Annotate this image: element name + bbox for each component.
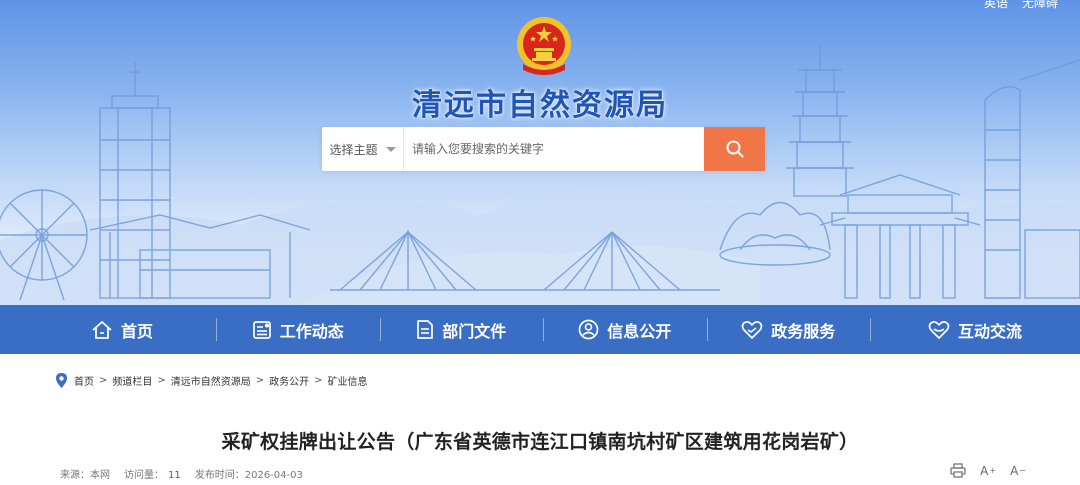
search-input[interactable] (404, 127, 704, 171)
breadcrumb-separator: > (314, 374, 323, 386)
nav-label-work-news: 工作动态 (279, 321, 344, 341)
nav-label-department-documents: 部门文件 (442, 321, 507, 341)
chevron-down-icon (385, 146, 396, 152)
breadcrumb-separator: > (99, 374, 108, 386)
interaction-heart-icon (928, 320, 950, 339)
top-link-accessibility[interactable]: 无障碍 (1022, 0, 1058, 11)
nav-label-interactive-exchange: 互动交流 (957, 321, 1022, 341)
increase-font-button[interactable]: A + (980, 464, 996, 478)
header-banner: 英语 无障碍 清远市自然资源局 选择主题 (0, 0, 1080, 305)
article-tools: A + A − (950, 463, 1026, 478)
national-emblem-icon (517, 17, 571, 75)
article-publish-date: 发布时间：2026-04-03 (194, 469, 303, 481)
nav-item-information-disclosure[interactable]: 信息公开 (543, 305, 707, 354)
breadcrumb-mining-info[interactable]: 矿业信息 (328, 373, 368, 388)
print-button[interactable] (950, 463, 966, 478)
breadcrumb-home[interactable]: 首页 (74, 373, 94, 388)
document-icon (417, 320, 434, 339)
breadcrumb-channel[interactable]: 频道栏目 (112, 373, 152, 388)
location-pin-icon (56, 372, 67, 388)
article-source: 来源：本网 (60, 469, 110, 481)
search-button[interactable] (704, 127, 765, 171)
nav-item-interactive-exchange[interactable]: 互动交流 (870, 305, 1080, 354)
nav-item-work-news[interactable]: 工作动态 (216, 305, 380, 354)
search-topic-label: 选择主题 (329, 142, 378, 157)
nav-item-government-services[interactable]: 政务服务 (706, 305, 871, 354)
nav-item-department-documents[interactable]: 部门文件 (379, 305, 544, 354)
top-utility-links: 英语 无障碍 (984, 0, 1058, 11)
main-nav: 首页 工作动态 部门文件 信息公开 政务服务 互动交流 (0, 305, 1080, 354)
nav-label-information-disclosure: 信息公开 (607, 321, 672, 341)
nav-item-home[interactable]: 首页 (0, 305, 216, 354)
views-count: 11 (168, 469, 181, 481)
breadcrumb-separator: > (255, 374, 265, 386)
decrease-font-label: A (1010, 463, 1019, 478)
increase-font-label: A (980, 463, 989, 478)
views-label: 访问量： (124, 469, 164, 481)
breadcrumb-separator: > (157, 374, 166, 386)
news-icon (252, 320, 271, 339)
search-icon (726, 140, 743, 158)
decrease-font-button[interactable]: A − (1010, 464, 1026, 478)
service-heart-icon (741, 320, 763, 339)
search-bar: 选择主题 (322, 127, 765, 171)
site-title[interactable]: 清远市自然资源局 (0, 80, 1080, 124)
breadcrumb-public-affairs[interactable]: 政务公开 (269, 373, 309, 388)
article-views: 访问量： 11 (124, 466, 181, 481)
article-meta: 来源：本网 访问量： 11 发布时间：2026-04-03 (60, 465, 317, 481)
print-icon (950, 463, 966, 478)
article-title: 采矿权挂牌出让公告（广东省英德市连江口镇南坑村矿区建筑用花岗岩矿） (221, 431, 859, 453)
nav-label-home: 首页 (120, 321, 153, 341)
plus-icon: + (989, 466, 997, 475)
breadcrumb: 首页 > 频道栏目 > 清远市自然资源局 > 政务公开 > 矿业信息 (55, 368, 368, 392)
minus-icon: − (1019, 466, 1026, 475)
top-link-english[interactable]: 英语 (984, 0, 1008, 11)
nav-label-government-services: 政务服务 (771, 321, 836, 341)
breadcrumb-bureau[interactable]: 清远市自然资源局 (171, 373, 251, 388)
person-info-icon (578, 319, 599, 340)
home-icon (92, 320, 112, 339)
search-topic-select[interactable]: 选择主题 (322, 127, 404, 171)
